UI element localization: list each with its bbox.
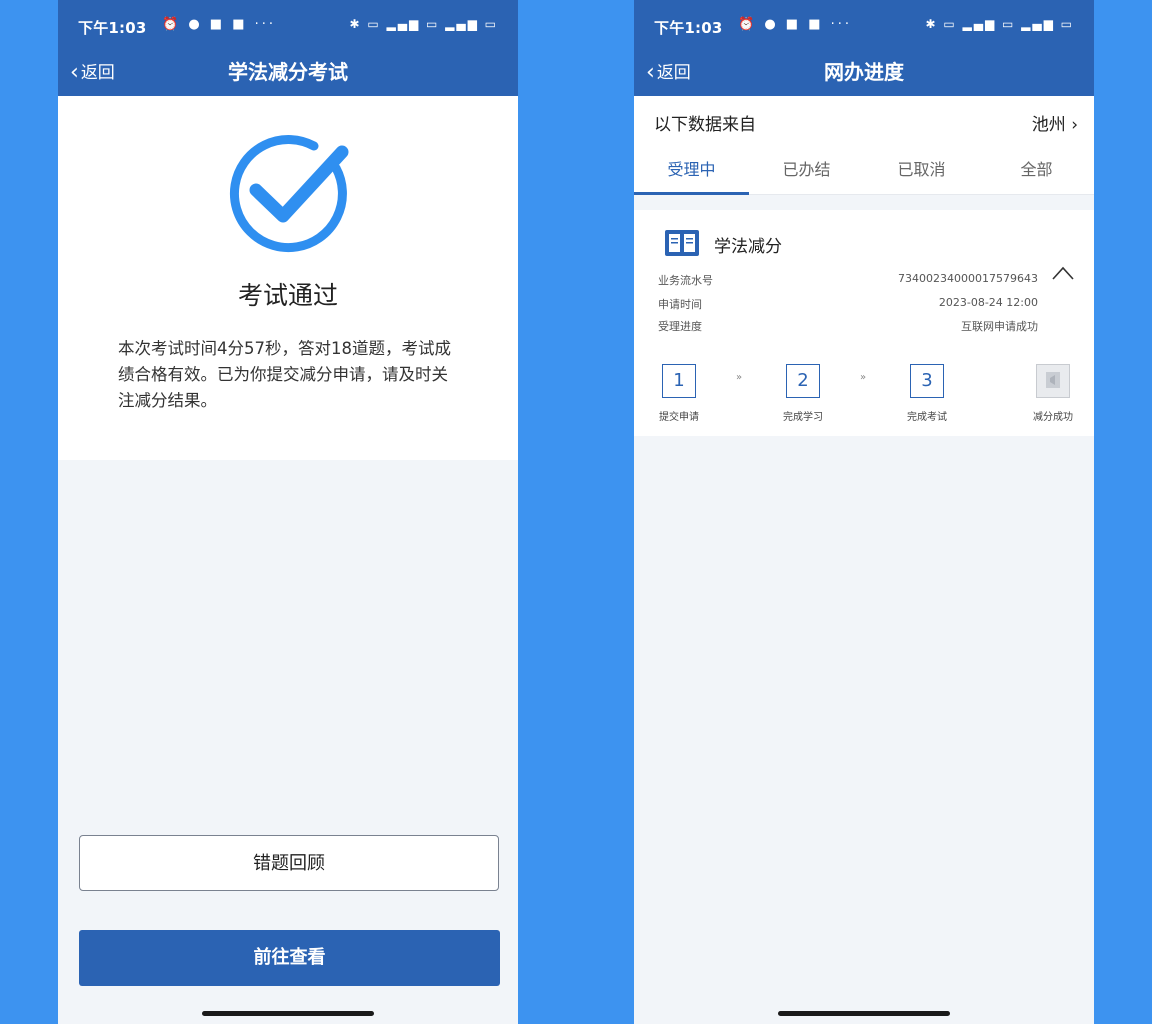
- step-4-label: 减分成功: [1033, 412, 1073, 423]
- step-2-box: 2: [786, 364, 820, 398]
- go-view-button[interactable]: 前往查看: [79, 930, 500, 986]
- review-wrong-answers-button[interactable]: 错题回顾: [79, 835, 499, 891]
- info-row-apply-time: 申请时间 2023-08-24 12:00: [658, 296, 1038, 316]
- system-status-icons: ✱ ▭ ▂▄▆ ▭ ▂▄▆ ▭: [349, 17, 498, 31]
- status-tabs: 受理中 已办结 已取消 全部: [634, 146, 1094, 195]
- top-bar: 下午1:03 ⏰ ● ■ ■ ··· ✱ ▭ ▂▄▆ ▭ ▂▄▆ ▭ ‹ 返回 学…: [58, 0, 518, 96]
- city-name: 池州: [1031, 115, 1066, 135]
- home-indicator[interactable]: [778, 1011, 950, 1016]
- chevron-right-icon: ›: [1071, 115, 1078, 135]
- system-status-icons: ✱ ▭ ▂▄▆ ▭ ▂▄▆ ▭: [925, 17, 1074, 31]
- result-panel: 考试通过 本次考试时间4分57秒，答对18道题，考试成绩合格有效。已为你提交减分…: [58, 96, 518, 460]
- progress-screen: 下午1:03 ⏰ ● ■ ■ ··· ✱ ▭ ▂▄▆ ▭ ▂▄▆ ▭ ‹ 返回 网…: [634, 0, 1094, 1024]
- tab-cancelled[interactable]: 已取消: [864, 146, 979, 194]
- notification-icons: ⏰ ● ■ ■ ···: [738, 17, 853, 32]
- result-description: 本次考试时间4分57秒，答对18道题，考试成绩合格有效。已为你提交减分申请，请及…: [118, 339, 451, 410]
- serial-value: 734002340000175796​43: [898, 272, 1038, 285]
- data-source-label: 以下数据来自: [654, 115, 756, 135]
- book-icon: [665, 230, 699, 256]
- apply-time-value: 2023-08-24 12:00: [938, 296, 1038, 309]
- progress-value: 互联网申请成功: [961, 320, 1038, 333]
- check-circle-icon: [230, 135, 349, 252]
- application-card[interactable]: 学法减分 业务流水号 734002340000175796​43 申请时间 20…: [634, 210, 1094, 436]
- data-source-row: 以下数据来自 池州 ›: [634, 96, 1094, 146]
- step-4-box: [1036, 364, 1070, 398]
- status-time: 下午1:03: [78, 19, 147, 37]
- step-1-label: 提交申请: [659, 412, 699, 423]
- navigation-bar: ‹ 返回 网办进度: [634, 44, 1094, 96]
- step-1-box: 1: [662, 364, 696, 398]
- tab-all[interactable]: 全部: [979, 146, 1094, 194]
- chevron-up-icon[interactable]: [1052, 266, 1074, 280]
- info-row-progress: 受理进度 互联网申请成功: [658, 318, 1038, 338]
- step-3-box: 3: [910, 364, 944, 398]
- step-arrow-icon: »: [736, 372, 743, 383]
- navigation-bar: ‹ 返回 学法减分考试: [58, 44, 518, 96]
- step-2-label: 完成学习: [783, 412, 823, 423]
- step-3-label: 完成考试: [907, 412, 947, 423]
- info-row-serial: 业务流水号 734002340000175796​43: [658, 272, 1038, 292]
- status-bar: 下午1:03 ⏰ ● ■ ■ ··· ✱ ▭ ▂▄▆ ▭ ▂▄▆ ▭: [58, 8, 518, 44]
- page-title: 网办进度: [824, 60, 904, 84]
- tab-processing[interactable]: 受理中: [634, 146, 749, 195]
- card-title: 学法减分: [714, 237, 782, 257]
- page-title: 学法减分考试: [228, 60, 348, 84]
- step-arrow-icon: »: [860, 372, 867, 383]
- serial-key: 业务流水号: [658, 274, 713, 287]
- document-icon: [1046, 372, 1060, 388]
- notification-icons: ⏰ ● ■ ■ ···: [162, 17, 277, 32]
- home-indicator[interactable]: [202, 1011, 374, 1016]
- status-time: 下午1:03: [654, 19, 723, 37]
- tab-completed[interactable]: 已办结: [749, 146, 864, 194]
- exam-result-screen: 下午1:03 ⏰ ● ■ ■ ··· ✱ ▭ ▂▄▆ ▭ ▂▄▆ ▭ ‹ 返回 学…: [58, 0, 518, 1024]
- result-title: 考试通过: [237, 281, 338, 310]
- apply-time-key: 申请时间: [658, 298, 702, 311]
- progress-key: 受理进度: [658, 320, 702, 333]
- top-bar: 下午1:03 ⏰ ● ■ ■ ··· ✱ ▭ ▂▄▆ ▭ ▂▄▆ ▭ ‹ 返回 网…: [634, 0, 1094, 96]
- status-bar: 下午1:03 ⏰ ● ■ ■ ··· ✱ ▭ ▂▄▆ ▭ ▂▄▆ ▭: [634, 8, 1094, 44]
- city-selector[interactable]: 池州 ›: [1032, 110, 1078, 135]
